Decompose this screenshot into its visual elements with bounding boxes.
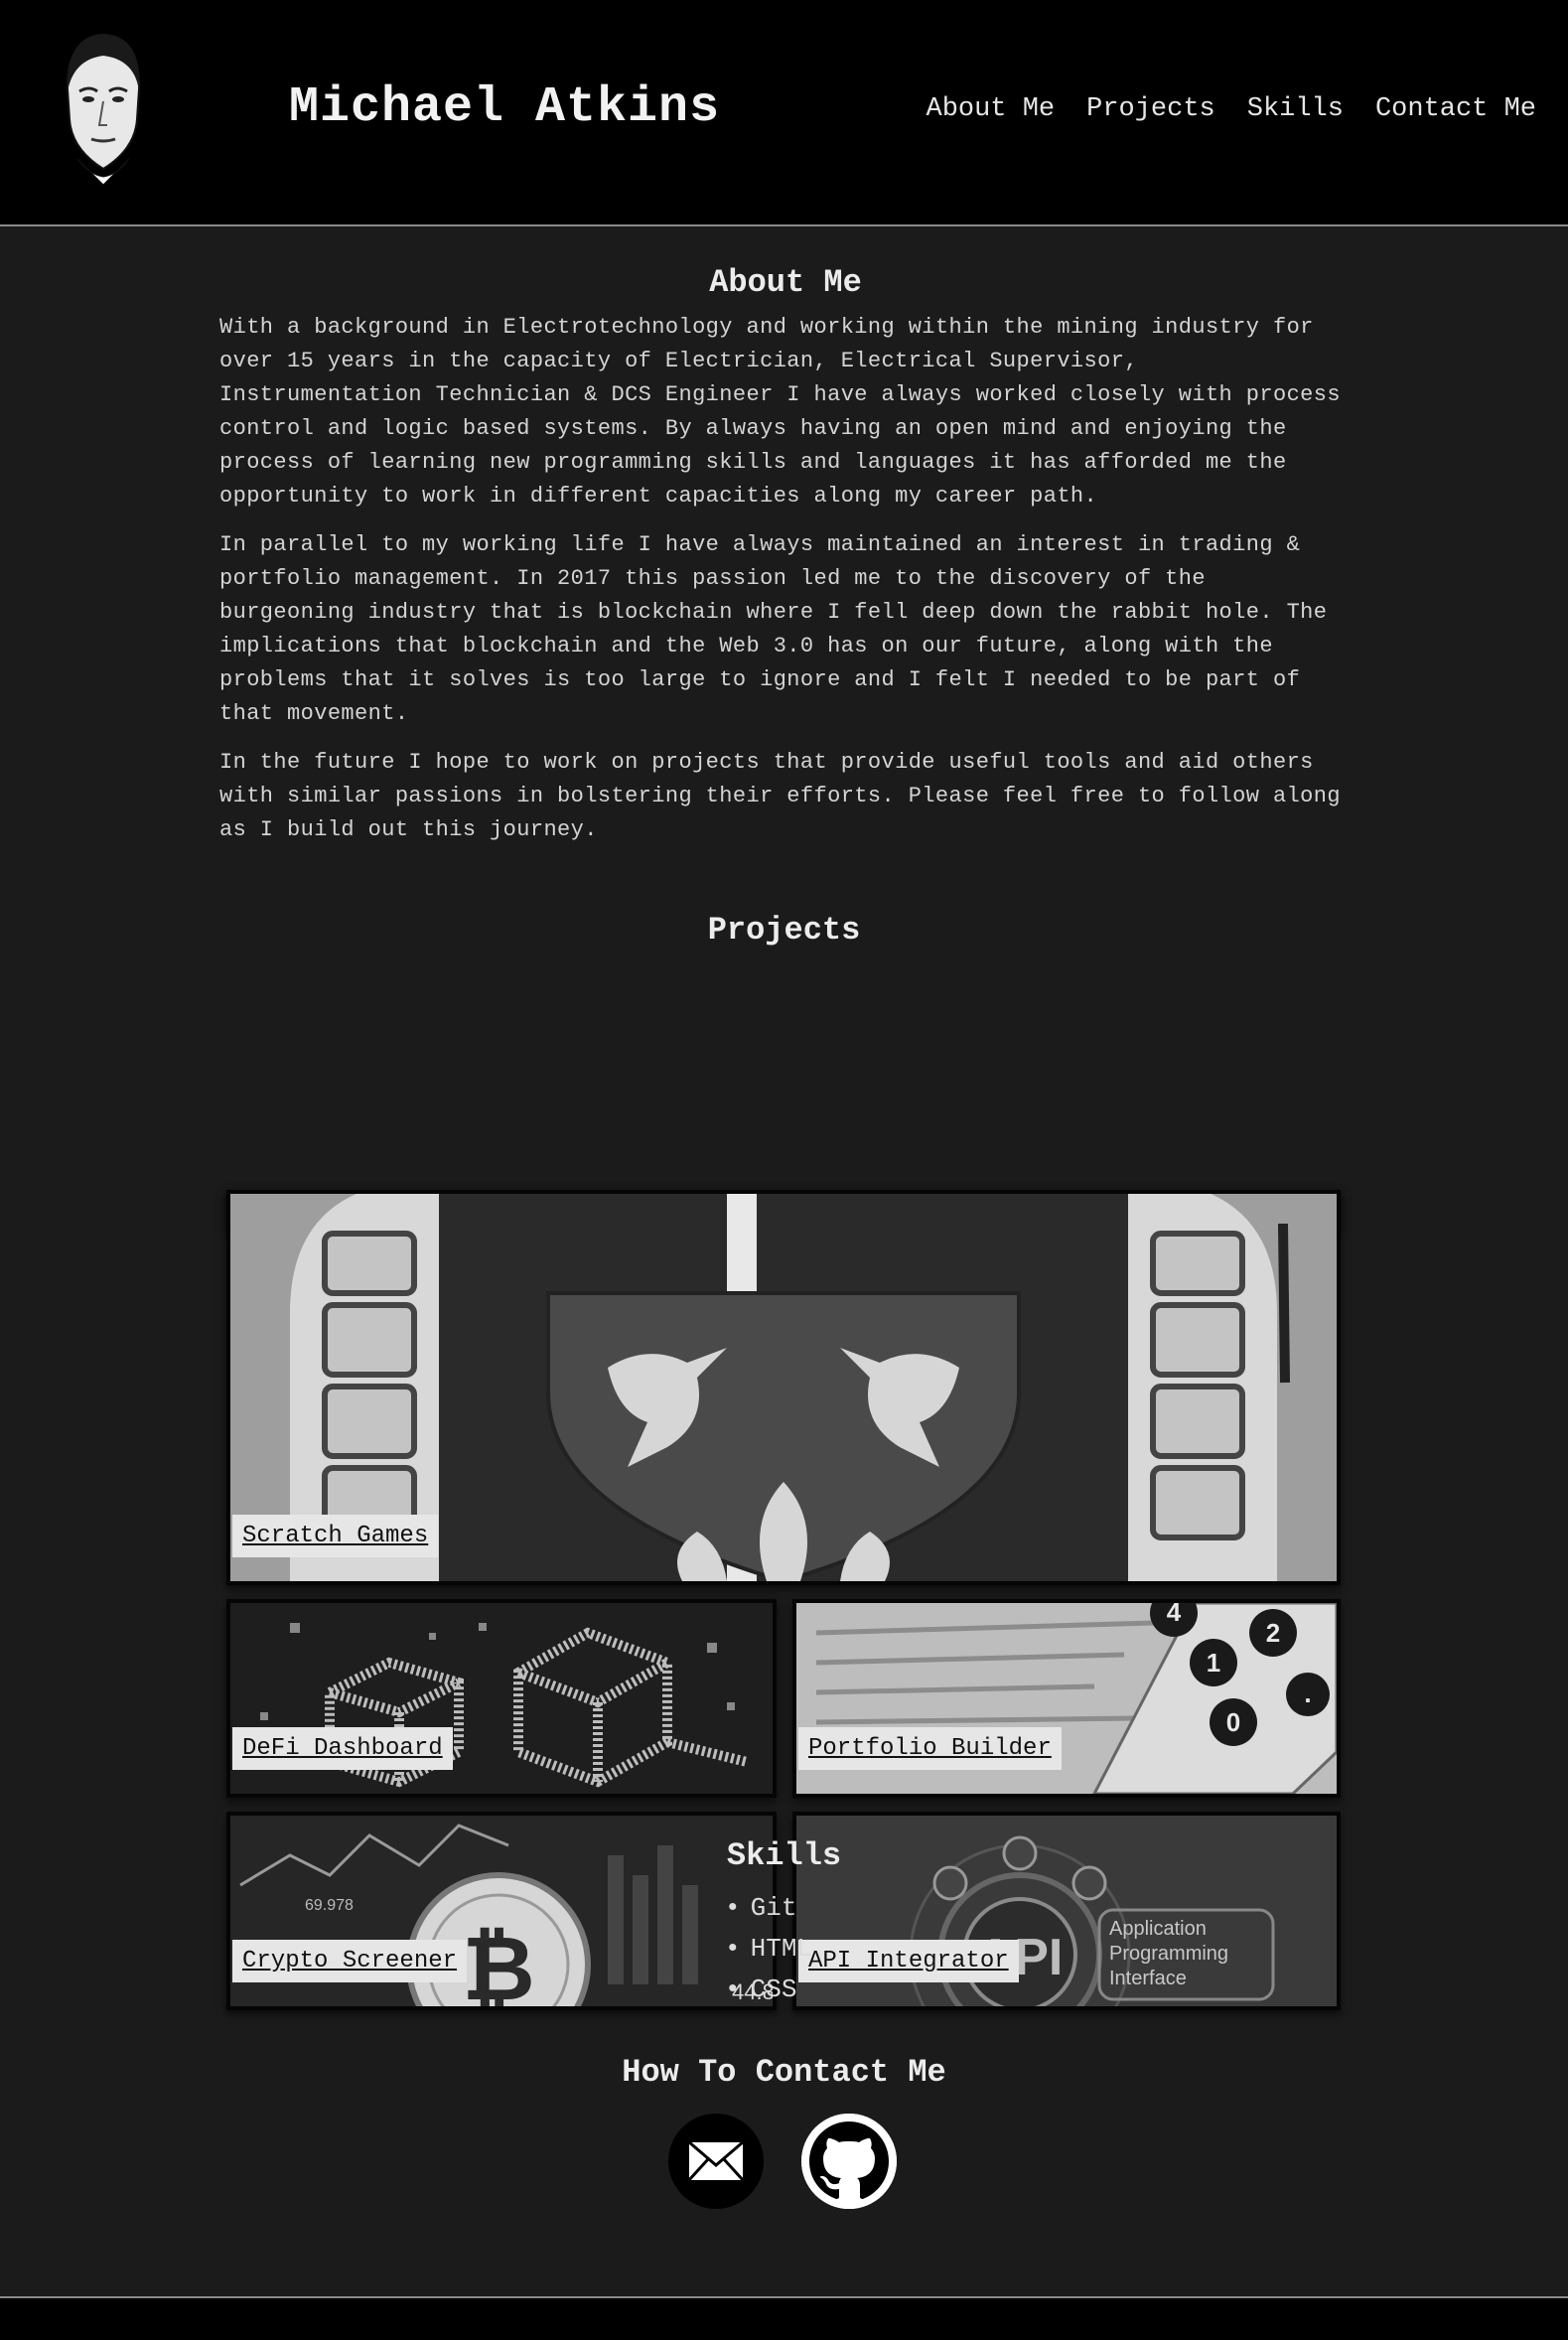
skill-item: CSS xyxy=(725,1970,1568,2010)
main-nav: About Me Projects Skills Contact Me xyxy=(927,94,1537,124)
about-paragraph-2: In parallel to my working life I have al… xyxy=(219,532,1328,726)
avatar-portrait-icon xyxy=(66,34,141,186)
nav-link-about[interactable]: About Me xyxy=(927,94,1056,124)
envelope-icon xyxy=(686,2139,746,2183)
site-footer xyxy=(0,2296,1568,2340)
contact-title: How To Contact Me xyxy=(622,2054,946,2091)
calc-key-0: 0 xyxy=(1226,1707,1240,1737)
about-paragraph-1: With a background in Electrotechnology a… xyxy=(219,315,1341,509)
calc-key-4: 4 xyxy=(1167,1603,1182,1627)
project-label-scratch-games[interactable]: Scratch Games xyxy=(232,1515,439,1557)
site-header: Michael Atkins About Me Projects Skills … xyxy=(0,0,1568,226)
contact-links xyxy=(668,2114,897,2209)
calc-key-dot: . xyxy=(1304,1679,1311,1708)
project-card-defi-dashboard[interactable]: DeFi Dashboard xyxy=(226,1599,777,1798)
about-section: About Me With a background in Electrotec… xyxy=(219,264,1352,862)
project-card-portfolio-builder[interactable]: 4 2 1 0 . Portfolio Builder xyxy=(792,1599,1341,1798)
skills-list: Git HTML CSS xyxy=(725,1888,1568,2010)
project-label-defi-dashboard[interactable]: DeFi Dashboard xyxy=(232,1727,453,1770)
nav-link-contact[interactable]: Contact Me xyxy=(1375,94,1536,124)
calc-key-1: 1 xyxy=(1207,1648,1220,1678)
nav-link-skills[interactable]: Skills xyxy=(1247,94,1344,124)
email-link[interactable] xyxy=(668,2114,764,2209)
skills-section: Skills Git HTML CSS xyxy=(0,1837,1568,2010)
nav-link-projects[interactable]: Projects xyxy=(1086,94,1215,124)
contact-section: How To Contact Me xyxy=(0,2054,1568,2209)
project-card-scratch-games-main[interactable]: Scratch Games xyxy=(226,1190,1341,1585)
about-title: About Me xyxy=(709,264,862,301)
calc-key-2: 2 xyxy=(1266,1618,1280,1648)
projects-title: Projects xyxy=(707,912,861,949)
skill-item: Git xyxy=(725,1888,1568,1929)
projects-section: Projects Scratch Games DeFi Dashboard 4 … xyxy=(0,912,1568,2010)
skill-item: HTML xyxy=(725,1929,1568,1970)
github-icon xyxy=(801,2114,897,2209)
about-paragraph-3: In the future I hope to work on projects… xyxy=(219,750,1341,842)
site-title: Michael Atkins xyxy=(289,79,721,136)
github-link[interactable] xyxy=(801,2114,897,2209)
project-label-portfolio-builder[interactable]: Portfolio Builder xyxy=(798,1727,1062,1770)
skills-title: Skills xyxy=(726,1837,842,1874)
